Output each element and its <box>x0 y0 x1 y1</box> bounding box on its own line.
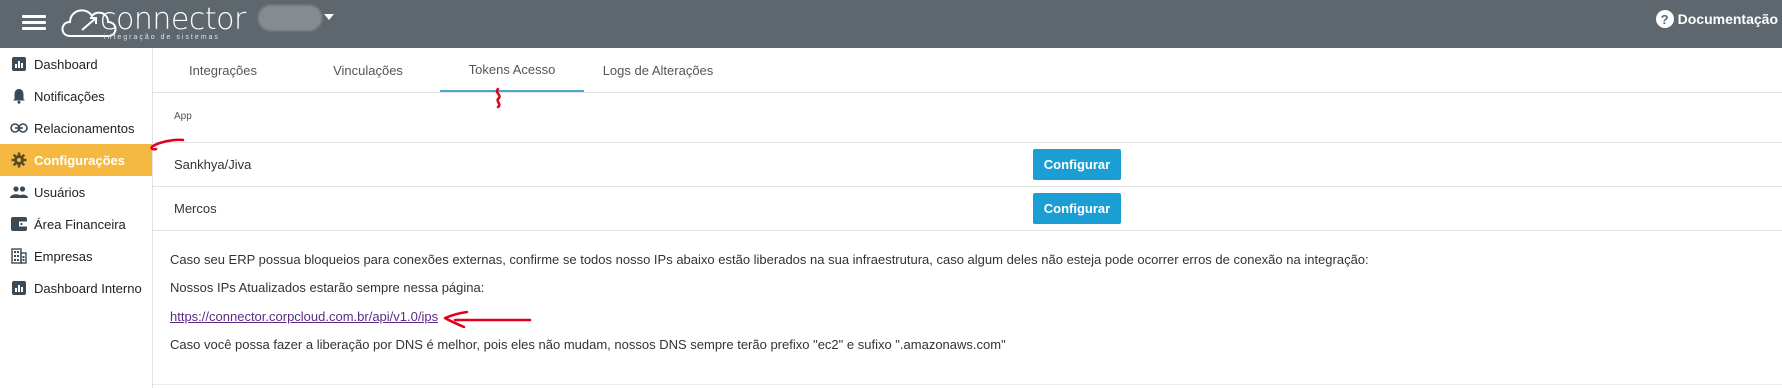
dns-info-text: Caso você possa fazer a liberação por DN… <box>170 337 1006 352</box>
tab-tokens-acesso[interactable]: Tokens Acesso <box>440 48 584 92</box>
sidebar-item-empresas[interactable]: Empresas <box>0 240 152 272</box>
table-row: Sankhya/Jiva Configurar <box>153 142 1782 185</box>
app-logo[interactable]: connector integração de sistemas <box>60 2 260 42</box>
tab-label: Tokens Acesso <box>468 61 556 77</box>
table-divider <box>153 230 1782 231</box>
tab-bar: Integrações Vinculações Tokens Acesso Lo… <box>153 48 1782 93</box>
tab-label: Vinculações <box>333 62 403 78</box>
sidebar: Dashboard Notificações Relacionamentos C… <box>0 48 153 388</box>
tab-label: Integrações <box>189 62 257 78</box>
menu-icon[interactable] <box>22 12 46 32</box>
wallet-icon <box>10 215 28 233</box>
chart-icon <box>10 279 28 297</box>
sidebar-item-label: Empresas <box>34 248 93 264</box>
logo-subtitle: integração de sistemas <box>104 34 220 41</box>
table-row: Mercos Configurar <box>153 186 1782 229</box>
top-bar: connector integração de sistemas ? Docum… <box>0 0 1782 48</box>
users-icon <box>10 183 28 201</box>
account-selector[interactable] <box>258 5 322 31</box>
building-icon <box>10 247 28 265</box>
sidebar-item-area-financeira[interactable]: Área Financeira <box>0 208 152 240</box>
chart-icon <box>10 55 28 73</box>
sidebar-item-label: Dashboard <box>34 56 98 72</box>
sidebar-item-label: Configurações <box>34 152 126 168</box>
configure-button[interactable]: Configurar <box>1033 149 1121 180</box>
tab-integracoes[interactable]: Integrações <box>153 48 293 92</box>
sidebar-item-label: Área Financeira <box>34 216 126 232</box>
tab-logs-alteracoes[interactable]: Logs de Alterações <box>585 48 731 92</box>
sidebar-item-relacionamentos[interactable]: Relacionamentos <box>0 112 152 144</box>
sidebar-item-dashboard-interno[interactable]: Dashboard Interno <box>0 272 152 304</box>
bell-icon <box>10 87 28 105</box>
documentation-link[interactable]: ? Documentação <box>1655 10 1778 28</box>
sidebar-item-dashboard[interactable]: Dashboard <box>0 48 152 80</box>
sidebar-item-label: Dashboard Interno <box>34 280 142 296</box>
divider <box>153 384 1782 385</box>
app-name: Mercos <box>174 201 217 216</box>
tab-vinculacoes[interactable]: Vinculações <box>295 48 441 92</box>
docs-label: Documentação <box>1677 11 1778 27</box>
app-name: Sankhya/Jiva <box>174 157 252 172</box>
sidebar-item-usuarios[interactable]: Usuários <box>0 176 152 208</box>
logo-text: connector <box>100 2 246 37</box>
sidebar-item-label: Usuários <box>34 184 86 200</box>
sidebar-item-label: Relacionamentos <box>34 120 135 136</box>
link-icon <box>10 119 28 137</box>
annotation-arrow-link <box>443 310 532 329</box>
sidebar-item-configuracoes[interactable]: Configurações <box>0 144 152 176</box>
help-circle-icon: ? <box>1655 10 1674 28</box>
firewall-info-text: Caso seu ERP possua bloqueios para conex… <box>170 252 1369 267</box>
ips-page-text: Nossos IPs Atualizados estarão sempre ne… <box>170 280 485 295</box>
column-header-app: App <box>174 111 192 122</box>
chevron-down-icon[interactable] <box>324 14 334 20</box>
tab-label: Logs de Alterações <box>602 62 714 78</box>
sidebar-item-notificacoes[interactable]: Notificações <box>0 80 152 112</box>
sidebar-item-label: Notificações <box>34 88 105 104</box>
configure-button[interactable]: Configurar <box>1033 193 1121 224</box>
gear-icon <box>10 151 28 169</box>
ips-link[interactable]: https://connector.corpcloud.com.br/api/v… <box>170 309 438 324</box>
